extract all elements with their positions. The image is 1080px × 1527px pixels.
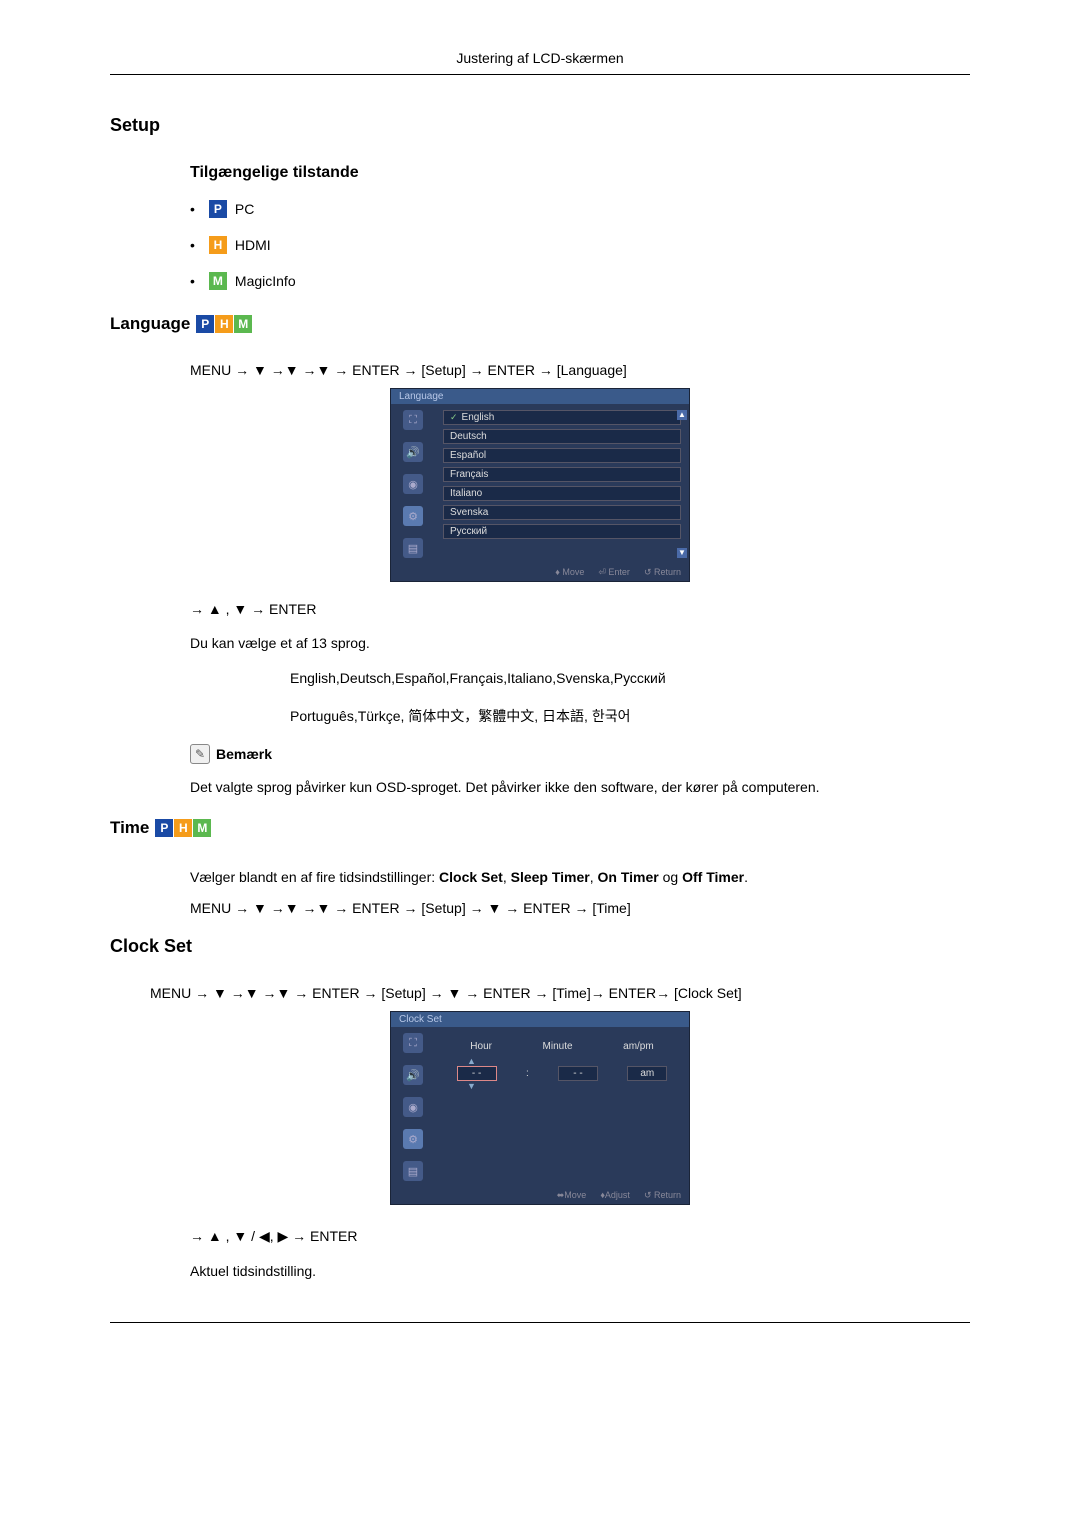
sound-icon: 🔊 — [403, 442, 423, 462]
col-minute: Minute — [543, 1041, 573, 1052]
hour-field[interactable]: - - — [457, 1066, 497, 1081]
osd-content: English Deutsch Español Français Italian… — [435, 404, 689, 564]
minute-field[interactable]: - - — [558, 1066, 598, 1081]
language-nav-path: MENU → ▼ →▼ →▼ → ENTER → [Setup] → ENTER… — [190, 362, 970, 378]
scroll-up-icon[interactable]: ▲ — [677, 410, 687, 420]
osd-sidebar: ⛶ 🔊 ◉ ⚙ ▤ — [391, 404, 435, 564]
mode-label: HDMI — [235, 237, 271, 253]
modes-list: P PC H HDMI M MagicInfo — [190, 200, 970, 290]
mode-label: MagicInfo — [235, 273, 296, 289]
col-ampm: am/pm — [623, 1041, 654, 1052]
language-nav-arrows: → ▲ , ▼ → ENTER — [190, 598, 970, 620]
picture-icon: ⛶ — [403, 1033, 423, 1053]
m-icon: M — [234, 315, 252, 333]
p-icon: P — [196, 315, 214, 333]
h-icon: H — [215, 315, 233, 333]
lang-item-svenska[interactable]: Svenska — [443, 505, 681, 520]
m-icon: M — [193, 819, 211, 837]
ampm-field[interactable]: am — [627, 1066, 667, 1081]
p-icon: P — [209, 200, 227, 218]
footer-adjust: ♦Adjust — [600, 1190, 630, 1201]
note-row: Bemærk — [190, 744, 970, 764]
picture-icon: ⛶ — [403, 410, 423, 430]
osd-footer: ♦ Move ⏎ Enter ↺ Return — [391, 564, 689, 581]
osd-sidebar: ⛶ 🔊 ◉ ⚙ ▤ — [391, 1027, 435, 1187]
osd-footer: ⬌Move ♦Adjust ↺ Return — [391, 1187, 689, 1204]
language-body: Du kan vælge et af 13 sprog. — [190, 632, 970, 654]
clock-content: Hour Minute am/pm ▲ - - : - - am ▼ — [435, 1027, 689, 1187]
phm-badges: P H M — [155, 819, 211, 837]
m-icon: M — [209, 272, 227, 290]
lang-item-russian[interactable]: Русский — [443, 524, 681, 539]
multi-icon: ▤ — [403, 538, 423, 558]
osd-scrollbar[interactable]: ▲ ▼ — [677, 410, 687, 558]
signal-icon: ◉ — [403, 474, 423, 494]
mode-label: PC — [235, 201, 254, 217]
h-icon: H — [174, 819, 192, 837]
lang-item-english[interactable]: English — [443, 410, 681, 425]
lang-item-deutsch[interactable]: Deutsch — [443, 429, 681, 444]
h-icon: H — [209, 236, 227, 254]
down-arrow-icon[interactable]: ▼ — [467, 1081, 476, 1091]
footer-return: ↺ Return — [644, 1190, 681, 1201]
footer-rule — [110, 1322, 970, 1323]
multi-icon: ▤ — [403, 1161, 423, 1181]
note-text: Det valgte sprog påvirker kun OSD-sproge… — [190, 776, 970, 798]
mode-item-magicinfo: M MagicInfo — [190, 272, 970, 290]
up-arrow-icon[interactable]: ▲ — [467, 1056, 476, 1066]
time-title: Time P H M — [110, 818, 970, 838]
language-osd-panel: Language ⛶ 🔊 ◉ ⚙ ▤ English Deutsch Españ… — [390, 388, 690, 582]
footer-return: ↺ Return — [644, 567, 681, 578]
clockset-nav-arrows: → ▲ , ▼ / ◀, ▶ → ENTER — [190, 1225, 970, 1247]
language-list-2: Português,Türkçe, 简体中文，繁體中文, 日本語, 한국어 — [290, 705, 970, 727]
page-header: Justering af LCD-skærmen — [110, 50, 970, 75]
modes-title: Tilgængelige tilstande — [190, 164, 970, 182]
lang-item-italiano[interactable]: Italiano — [443, 486, 681, 501]
note-icon — [190, 744, 210, 764]
col-hour: Hour — [470, 1041, 492, 1052]
sound-icon: 🔊 — [403, 1065, 423, 1085]
language-list-1: English,Deutsch,Español,Français,Italian… — [290, 667, 970, 689]
phm-badges: P H M — [196, 315, 252, 333]
language-title: Language P H M — [110, 314, 970, 334]
time-intro: Vælger blandt en af fire tidsindstilling… — [190, 866, 970, 888]
osd-title: Clock Set — [391, 1012, 689, 1027]
footer-move: ⬌Move — [557, 1190, 587, 1201]
clockset-body: Aktuel tidsindstilling. — [190, 1260, 970, 1282]
footer-move: ♦ Move — [555, 567, 584, 578]
osd-title: Language — [391, 389, 689, 404]
lang-item-espanol[interactable]: Español — [443, 448, 681, 463]
footer-enter: ⏎ Enter — [598, 567, 630, 578]
setup-title: Setup — [110, 115, 970, 136]
scroll-down-icon[interactable]: ▼ — [677, 548, 687, 558]
signal-icon: ◉ — [403, 1097, 423, 1117]
clockset-title: Clock Set — [110, 936, 970, 957]
setup-icon: ⚙ — [403, 1129, 423, 1149]
setup-icon: ⚙ — [403, 506, 423, 526]
clockset-osd-panel: Clock Set ⛶ 🔊 ◉ ⚙ ▤ Hour Minute am/pm ▲ … — [390, 1011, 690, 1205]
mode-item-pc: P PC — [190, 200, 970, 218]
time-nav-path: MENU → ▼ →▼ →▼ → ENTER → [Setup] → ▼ → E… — [190, 900, 970, 916]
lang-item-francais[interactable]: Français — [443, 467, 681, 482]
clockset-nav-path: MENU → ▼ →▼ →▼ → ENTER → [Setup] → ▼ → E… — [150, 985, 970, 1001]
mode-item-hdmi: H HDMI — [190, 236, 970, 254]
note-label: Bemærk — [216, 746, 272, 762]
p-icon: P — [155, 819, 173, 837]
